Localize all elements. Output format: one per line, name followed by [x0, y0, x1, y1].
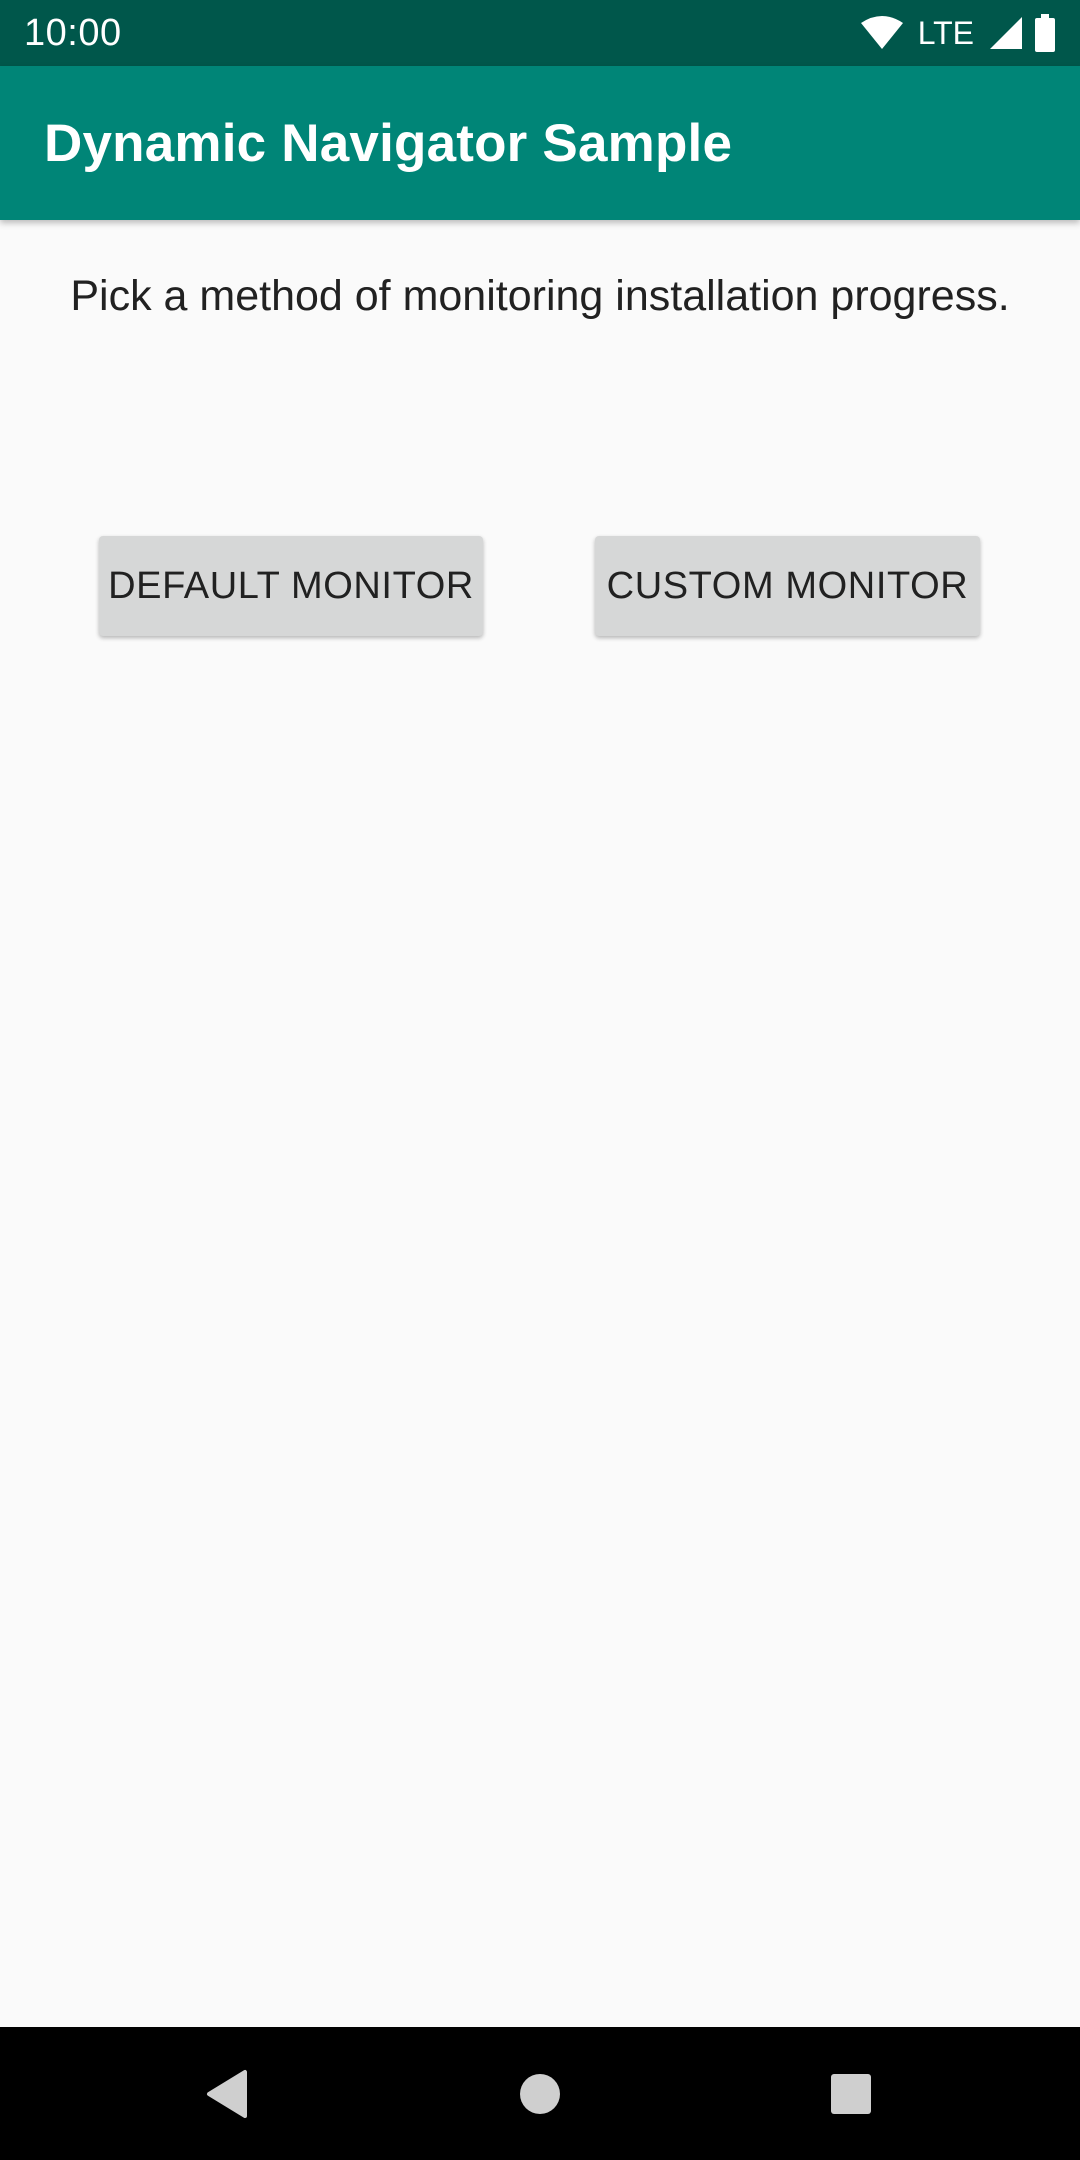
- wifi-icon: [860, 15, 904, 51]
- back-button[interactable]: [147, 2027, 307, 2160]
- home-icon: [518, 2072, 562, 2116]
- main-content: Pick a method of monitoring installation…: [0, 220, 1080, 2027]
- navigation-bar: [0, 2027, 1080, 2160]
- back-icon: [205, 2069, 249, 2119]
- status-bar: 10:00 LTE: [0, 0, 1080, 66]
- app-bar: Dynamic Navigator Sample: [0, 66, 1080, 220]
- custom-monitor-button[interactable]: CUSTOM MONITOR: [595, 536, 980, 636]
- default-monitor-button[interactable]: DEFAULT MONITOR: [99, 536, 483, 636]
- instruction-text: Pick a method of monitoring installation…: [70, 272, 1010, 320]
- home-button[interactable]: [460, 2027, 620, 2160]
- recents-button[interactable]: [771, 2027, 931, 2160]
- app-title: Dynamic Navigator Sample: [44, 113, 733, 173]
- battery-icon: [1034, 14, 1056, 52]
- network-type: LTE: [917, 14, 974, 51]
- signal-icon: [988, 15, 1024, 51]
- status-time: 10:00: [24, 11, 122, 54]
- recents-icon: [830, 2073, 872, 2115]
- screen: 10:00 LTE Dynamic Navigator Sample Pick …: [0, 0, 1080, 2160]
- status-icons: LTE: [860, 14, 1056, 52]
